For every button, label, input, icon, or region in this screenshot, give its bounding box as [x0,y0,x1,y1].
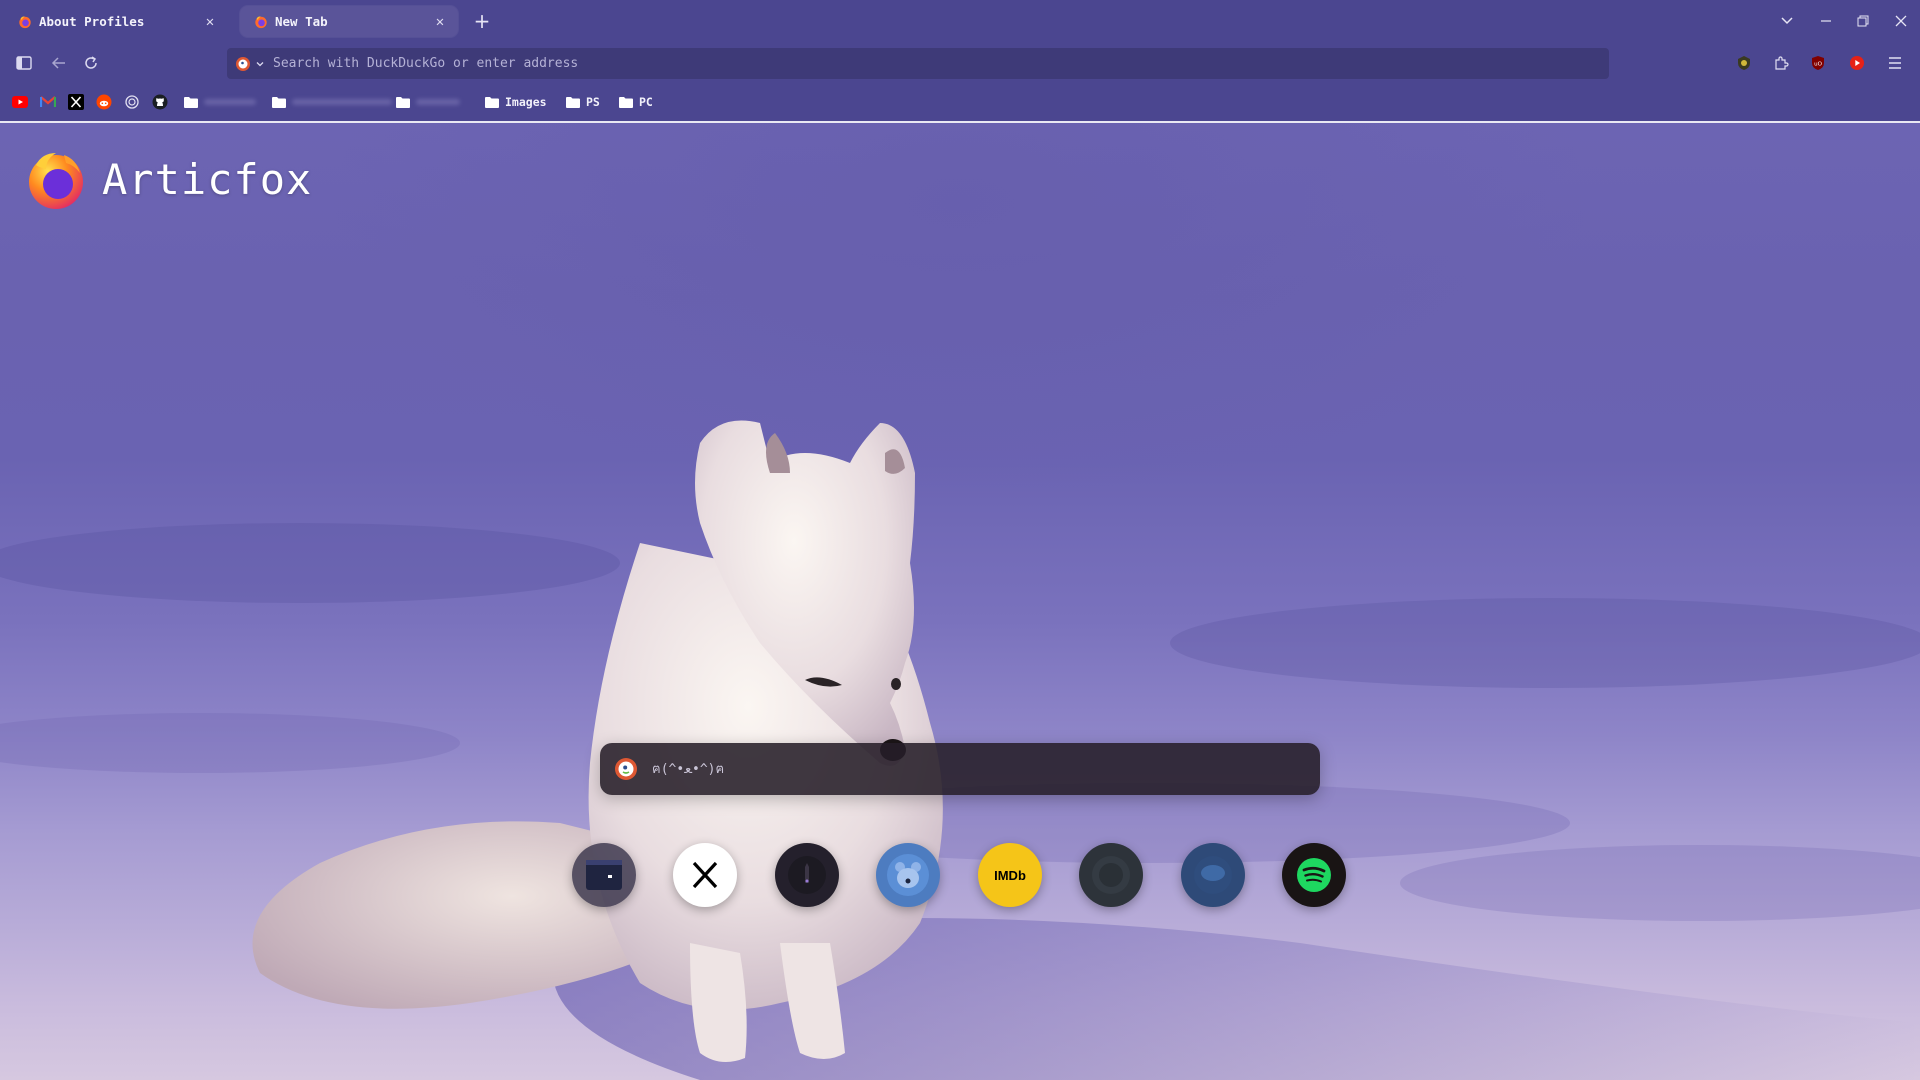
search-engine-selector[interactable] [227,48,269,79]
youtube-extension-icon[interactable] [1846,52,1868,74]
figure-icon [788,856,826,894]
shortcut-dark-site[interactable] [775,843,839,907]
restore-icon[interactable] [1851,9,1875,33]
bookmark-folder-label: PS [586,95,600,109]
url-bar[interactable] [227,48,1609,79]
close-window-icon[interactable] [1889,9,1913,33]
folder-icon [396,96,410,108]
folder-icon [184,96,198,108]
shortcut-site-7[interactable] [1181,843,1245,907]
tab-close-icon[interactable]: ✕ [432,14,448,30]
bookmark-folder-hidden-2[interactable] [271,92,392,112]
shortcut-x[interactable] [673,843,737,907]
folder-icon [485,96,499,108]
back-icon[interactable] [47,51,71,75]
sidebar-toggle-icon[interactable] [12,51,36,75]
blurred-label [204,99,256,105]
imdb-icon: IMDb [994,868,1026,883]
bookmark-folder-pc[interactable]: PC [618,92,653,112]
bookmarks-toolbar: Images PS PC [0,91,1920,113]
bookmark-folder-hidden-1[interactable] [183,92,256,112]
bookmark-folder-images[interactable]: Images [484,92,547,112]
shortcut-imdb[interactable]: IMDb [978,843,1042,907]
folder-icon [566,96,580,108]
duckduckgo-icon [615,758,637,780]
tab-close-icon[interactable]: ✕ [202,14,218,30]
reddit-icon[interactable] [95,93,113,111]
dark-globe-icon [1092,856,1130,894]
shortcut-blue-app[interactable] [876,843,940,907]
folder-icon [619,96,633,108]
shortcut-terminal-app[interactable] [572,843,636,907]
youtube-icon[interactable] [11,93,29,111]
x-icon [692,861,718,889]
extensions-puzzle-icon[interactable] [1770,52,1792,74]
shortcut-site-6[interactable] [1079,843,1143,907]
github-icon[interactable] [151,93,169,111]
gmail-icon[interactable] [39,93,57,111]
browser-chrome: About Profiles ✕ New Tab ✕ + Search with… [0,0,1920,123]
folder-icon [272,96,286,108]
bear-icon [887,854,929,896]
new-tab-search-input[interactable] [652,761,1320,777]
shortcut-spotify[interactable] [1282,843,1346,907]
firefox-icon [255,16,267,28]
tab-about-profiles[interactable]: About Profiles ✕ [4,6,228,37]
tab-label: New Tab [275,14,328,29]
firefox-logo-icon [29,153,83,209]
ublock-origin-icon[interactable]: uO [1807,52,1829,74]
brand-title: Articfox [102,154,313,204]
blue-globe-icon [1194,856,1232,894]
list-all-tabs-icon[interactable] [1775,9,1799,33]
tab-label: About Profiles [39,14,145,29]
new-tab-button[interactable]: + [470,9,494,33]
bookmark-folder-hidden-3[interactable] [395,92,460,112]
extension-shield-icon[interactable] [1733,52,1755,74]
brand-header: Articfox [24,147,312,211]
firefox-icon [19,16,31,28]
spotify-icon [1297,858,1331,892]
address-input[interactable] [269,56,1609,71]
new-tab-page: Articfox ฅ(^•ﻌ•^)ฅ IMDb [0,123,1920,1080]
duckduckgo-icon [236,56,250,71]
svg-text:IMDb: IMDb [994,868,1026,883]
reload-icon[interactable] [79,51,103,75]
chatgpt-icon[interactable] [123,93,141,111]
new-tab-search-box[interactable] [600,743,1320,795]
terminal-icon [586,860,622,890]
bookmark-folder-ps[interactable]: PS [565,92,600,112]
tab-new-tab[interactable]: New Tab ✕ [240,6,458,37]
minimize-icon[interactable] [1814,9,1838,33]
menu-hamburger-icon[interactable] [1884,52,1906,74]
svg-text:uO: uO [1814,62,1822,68]
x-icon[interactable] [67,93,85,111]
blurred-label [416,99,460,105]
chevron-down-icon [256,61,264,66]
arctic-fox-wallpaper [0,420,1920,1080]
bookmark-folder-label: PC [639,95,653,109]
blurred-label [292,99,392,105]
bookmark-folder-label: Images [505,95,547,109]
